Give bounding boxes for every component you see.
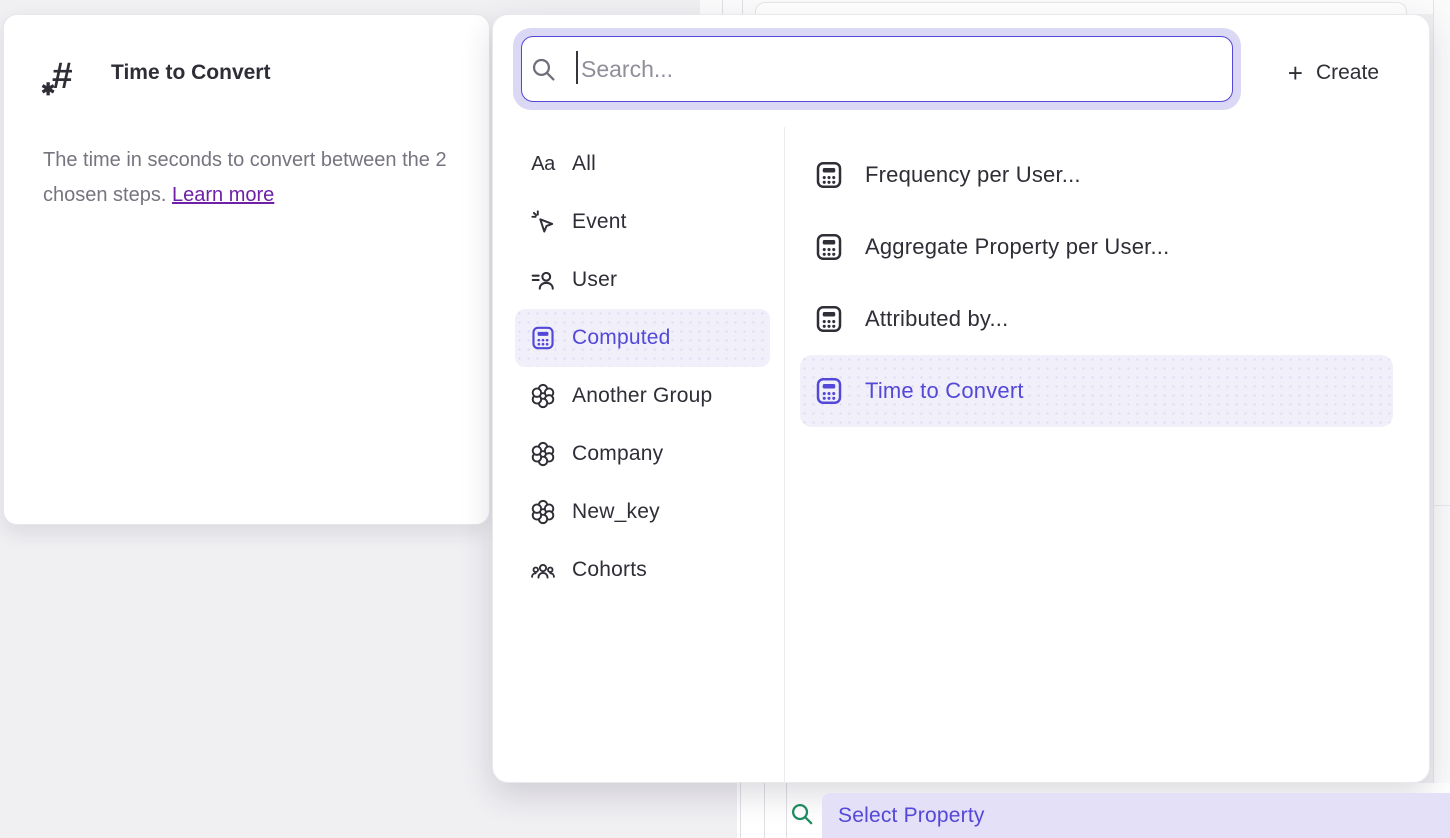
group-cluster-icon (529, 383, 557, 409)
background-column-divider (722, 0, 723, 14)
calculator-icon (529, 325, 557, 351)
category-cohorts[interactable]: Cohorts (515, 541, 770, 599)
category-new-key[interactable]: New_key (515, 483, 770, 541)
property-picker-dropdown: + Create Aa All Event (492, 14, 1430, 783)
select-property-field[interactable]: Select Property (822, 793, 1450, 838)
category-another-group[interactable]: Another Group (515, 367, 770, 425)
plus-icon: + (1288, 60, 1303, 86)
background-column-divider (742, 0, 743, 14)
category-event[interactable]: Event (515, 193, 770, 251)
property-tooltip-card: # ✱ Time to Convert The time in seconds … (3, 14, 490, 525)
select-property-label: Select Property (838, 804, 985, 828)
category-results-divider (784, 127, 785, 783)
background-right-panel (1433, 0, 1450, 838)
event-cursor-icon (529, 209, 557, 235)
search-icon (530, 56, 557, 83)
background-column-divider (740, 783, 741, 838)
tooltip-title: Time to Convert (111, 61, 270, 85)
group-cluster-icon (529, 499, 557, 525)
category-company[interactable]: Company (515, 425, 770, 483)
search-field[interactable] (521, 36, 1233, 102)
calculator-icon (813, 304, 845, 334)
property-search-icon[interactable] (789, 801, 815, 827)
learn-more-link[interactable]: Learn more (172, 184, 274, 206)
create-button[interactable]: + Create (1288, 57, 1379, 89)
background-card-divider (1434, 505, 1450, 506)
category-list: Aa All Event (515, 135, 770, 599)
cohorts-icon (529, 557, 557, 583)
background-column-divider (786, 783, 787, 838)
background-column-divider (764, 783, 765, 838)
search-input[interactable] (579, 55, 1183, 84)
text-cursor (576, 51, 578, 84)
calculator-icon (813, 376, 845, 406)
result-frequency-per-user[interactable]: Frequency per User... (800, 139, 1393, 211)
result-time-to-convert[interactable]: Time to Convert (800, 355, 1393, 427)
text-format-icon: Aa (529, 153, 557, 176)
results-list: Frequency per User... Aggregate Property… (800, 139, 1393, 427)
category-computed[interactable]: Computed (515, 309, 770, 367)
search-focus-ring (513, 28, 1241, 110)
category-all[interactable]: Aa All (515, 135, 770, 193)
numeric-computed-property-icon: # ✱ (44, 55, 86, 105)
group-cluster-icon (529, 441, 557, 467)
result-attributed-by[interactable]: Attributed by... (800, 283, 1393, 355)
user-list-icon (529, 267, 557, 293)
calculator-icon (813, 160, 845, 190)
calculator-icon (813, 232, 845, 262)
result-aggregate-property-per-user[interactable]: Aggregate Property per User... (800, 211, 1393, 283)
tooltip-description: The time in seconds to convert between t… (43, 143, 453, 213)
category-user[interactable]: User (515, 251, 770, 309)
